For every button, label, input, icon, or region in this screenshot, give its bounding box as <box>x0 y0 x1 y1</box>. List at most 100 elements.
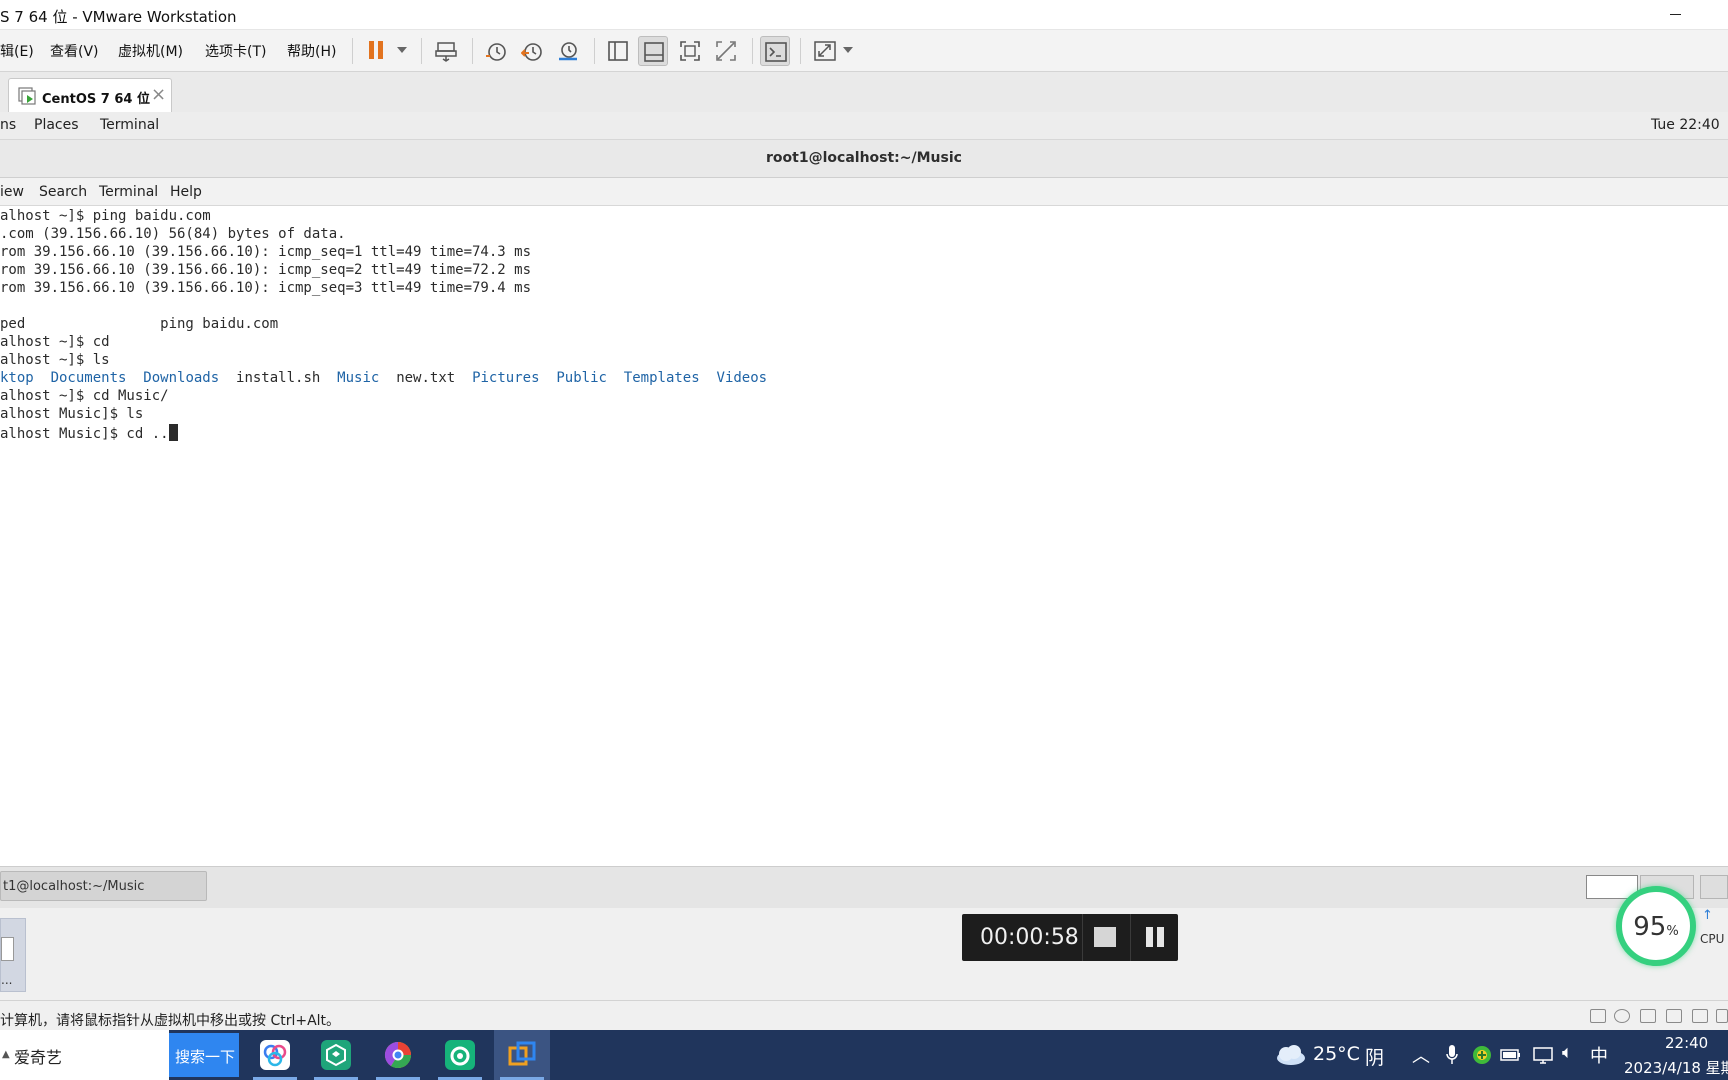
vmware-status-bar: 计算机，请将鼠标指针从虚拟机中移出或按 Ctrl+Alt。 <box>0 1000 1728 1030</box>
printer-icon[interactable] <box>1666 1009 1682 1023</box>
ls-directory-entry: Documents <box>50 370 127 386</box>
recorder-divider <box>1082 914 1083 961</box>
terminal-line: alhost Music]$ ls <box>0 406 144 422</box>
gnome-clock[interactable]: Tue 22:40 <box>1651 117 1720 133</box>
bottom-panel-layout-icon <box>644 42 664 62</box>
terminal-line: alhost ~]$ ls <box>0 352 110 368</box>
terminal-app-menu[interactable]: Terminal <box>100 117 159 133</box>
hard-disk-icon[interactable] <box>1590 1009 1606 1023</box>
video-app-icon <box>445 1040 475 1070</box>
taskbar-search-button[interactable]: 搜索一下 <box>169 1033 239 1077</box>
taskbar-clock-date[interactable]: 2023/4/18 星期 <box>1624 1057 1728 1078</box>
thumbnail-label: ... <box>1 973 13 987</box>
send-ctrl-alt-del-button[interactable] <box>431 36 461 66</box>
close-icon[interactable]: × <box>151 84 166 105</box>
vm-tab-label: CentOS 7 64 位 <box>42 92 150 107</box>
weather-condition[interactable]: 阴 <box>1365 1043 1384 1070</box>
taskbar-app-browser[interactable] <box>370 1030 426 1080</box>
taskbar-search-text: 爱奇艺 <box>14 1048 63 1067</box>
pause-orange-icon <box>369 41 407 59</box>
terminal-line: rom 39.156.66.10 (39.156.66.10): icmp_se… <box>0 244 532 260</box>
pause-recording-icon[interactable] <box>1144 927 1166 947</box>
suspend-dropdown-button[interactable] <box>362 36 412 66</box>
toolbar-separator <box>752 38 753 64</box>
vm-tab-centos[interactable]: CentOS 7 64 位 × <box>8 78 172 112</box>
vm-tab-strip: CentOS 7 64 位 × <box>0 72 1728 112</box>
toolbar-separator <box>594 38 595 64</box>
workspace-3[interactable] <box>1700 875 1728 899</box>
tray-chevron-up-icon[interactable]: ︿ <box>1412 1042 1430 1068</box>
cd-dvd-icon[interactable] <box>1614 1009 1630 1023</box>
green-app-icon <box>321 1040 351 1070</box>
show-library-button[interactable] <box>603 36 633 66</box>
vmware-icon <box>507 1040 537 1070</box>
vm-thumbnail[interactable]: ... <box>0 918 26 992</box>
sound-card-icon[interactable] <box>1692 1009 1708 1023</box>
ls-directory-entry: Public <box>556 370 607 386</box>
taskbar-app-video[interactable] <box>432 1030 488 1080</box>
cpu-label: CPU <box>1700 932 1725 946</box>
full-screen-button[interactable] <box>675 36 705 66</box>
menu-vm[interactable]: 虚拟机(M) <box>118 41 183 61</box>
revert-clock-icon <box>521 43 542 61</box>
menu-edit[interactable]: 辑(E) <box>0 41 34 61</box>
taskbar-app-vmware[interactable] <box>494 1030 550 1080</box>
ls-file-entry: install.sh <box>236 370 321 386</box>
console-view-button[interactable] <box>760 36 790 66</box>
browser-icon <box>383 1040 413 1070</box>
terminal-menu-view[interactable]: iew <box>0 184 24 200</box>
places-menu[interactable]: Places <box>34 117 79 133</box>
network-adapter-icon[interactable] <box>1640 1009 1656 1023</box>
snapshot-manager-button[interactable] <box>553 36 583 66</box>
baidu-netdisk-icon <box>260 1040 290 1070</box>
sidebar-layout-icon <box>608 41 628 61</box>
terminal-line: .com (39.156.66.10) 56(84) bytes of data… <box>0 226 346 242</box>
taskbar-clock-time[interactable]: 22:40 <box>1665 1034 1708 1052</box>
taskbar-search-box[interactable]: ▲ 爱奇艺 <box>0 1030 169 1080</box>
text-cursor <box>168 424 178 441</box>
stop-recording-icon[interactable] <box>1094 927 1116 947</box>
battery-icon[interactable] <box>1500 1047 1522 1063</box>
toolbar-separator <box>421 38 422 64</box>
menu-view[interactable]: 查看(V) <box>50 41 99 61</box>
ls-directory-entry: Downloads <box>143 370 220 386</box>
unity-button[interactable] <box>711 36 741 66</box>
menu-tabs[interactable]: 选项卡(T) <box>205 41 266 61</box>
volume-icon[interactable]: 🔈︎ <box>1562 1042 1573 1063</box>
window-titlebar: S 7 64 位 - VMware Workstation <box>0 0 1728 30</box>
cpu-usage-gauge[interactable]: 95% <box>1616 886 1696 966</box>
network-icon[interactable] <box>1532 1045 1554 1065</box>
security-app-tray-icon[interactable] <box>1472 1045 1492 1065</box>
minimize-button[interactable] <box>1660 4 1690 26</box>
terminal-output[interactable]: alhost ~]$ ping baidu.com .com (39.156.6… <box>0 206 1728 866</box>
taskbar-app-baidu-netdisk[interactable] <box>247 1030 303 1080</box>
terminal-menu-search[interactable]: Search <box>39 184 87 200</box>
terminal-menubar: iew Search Terminal Help <box>0 178 1728 206</box>
terminal-menu-help[interactable]: Help <box>170 184 202 200</box>
toolbar-separator <box>800 38 801 64</box>
stretch-dropdown-button[interactable] <box>810 36 860 66</box>
status-message: 计算机，请将鼠标指针从虚拟机中移出或按 Ctrl+Alt。 <box>0 1013 341 1029</box>
applications-menu[interactable]: ns <box>0 117 16 133</box>
unity-disabled-icon <box>716 41 736 61</box>
revert-snapshot-button[interactable] <box>517 36 547 66</box>
weather-temperature[interactable]: 25°C <box>1313 1043 1360 1065</box>
show-thumbnail-bar-button[interactable] <box>638 36 668 66</box>
cloudy-weather-icon <box>1277 1045 1305 1065</box>
terminal-line: alhost ~]$ cd <box>0 334 110 350</box>
send-keys-icon <box>435 42 457 62</box>
snapshot-button[interactable] <box>481 36 511 66</box>
window-list-terminal[interactable]: t1@localhost:~/Music <box>0 871 207 901</box>
vm-running-icon <box>18 87 36 105</box>
usb-device-icon[interactable] <box>1716 1009 1728 1023</box>
input-method-indicator[interactable]: 中 <box>1590 1042 1608 1068</box>
terminal-line: ped ping baidu.com <box>0 316 279 332</box>
microphone-icon[interactable] <box>1445 1044 1459 1066</box>
taskbar-app-green[interactable] <box>308 1030 364 1080</box>
ls-output-line: ktop Documents Downloads install.sh Musi… <box>0 370 767 388</box>
terminal-prompt-text: alhost Music]$ cd .. <box>0 426 169 442</box>
terminal-menu-terminal[interactable]: Terminal <box>99 184 158 200</box>
snapshot-clock-icon <box>486 43 506 61</box>
ls-file-entry: new.txt <box>396 370 456 386</box>
menu-help[interactable]: 帮助(H) <box>287 41 336 61</box>
